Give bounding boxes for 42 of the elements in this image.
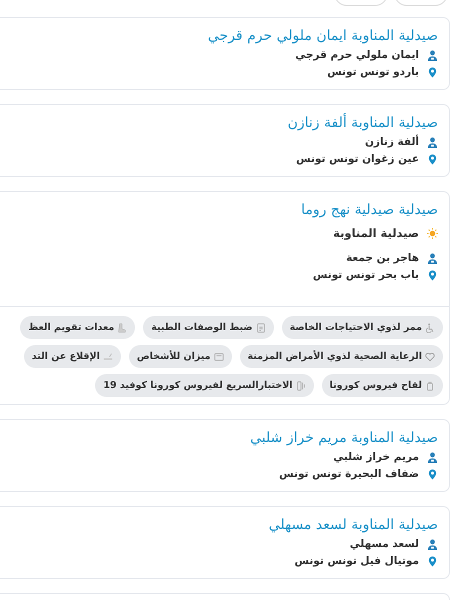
location-pin-icon — [427, 469, 438, 480]
pharmacist-icon — [427, 253, 438, 264]
pharmacist-name: هاجر بن جمعة — [346, 251, 419, 266]
service-tag: ميزان للأشخاص — [128, 345, 232, 368]
document-icon — [256, 322, 266, 332]
pharmacist-name: مريم خراز شلبي — [333, 450, 419, 465]
wheelchair-icon — [425, 322, 435, 332]
service-tag: ضبط الوصفات الطبية — [143, 316, 274, 339]
pharmacist-name: لسعد مسهلي — [350, 537, 419, 552]
service-tag: الاختبارالسريع لفيروس كورونا كوفيد 19 — [95, 374, 314, 397]
service-tag: معدات تقويم العظ — [20, 316, 136, 339]
pharmacy-name[interactable]: صيدلية المناوبة مريم خراز شلبي — [0, 427, 438, 449]
pharmacy-name[interactable]: صيدلية المناوبة لسعد مسهلي — [0, 514, 438, 536]
address-text: ضفاف البحيرة تونس تونس — [279, 467, 419, 482]
location-pin-icon — [427, 154, 438, 165]
pharmacist-icon — [427, 452, 438, 463]
pharmacist-icon — [427, 539, 438, 550]
service-tag: الرعاية الصحية لذوي الأمراض المزمنة — [240, 345, 443, 368]
address-text: باردو تونس تونس — [327, 65, 419, 80]
pharmacist-name: ايمان ملولي حرم قرجي — [295, 48, 419, 63]
pharmacy-name[interactable]: صيدلية المناوبة ايمان ملولي حرم قرجي — [0, 25, 438, 47]
cigarette-icon — [102, 352, 113, 362]
location-pin-icon — [427, 67, 438, 78]
address-text: باب بحر تونس تونس — [312, 268, 419, 283]
location-pin-icon — [427, 556, 438, 567]
pharmacist-name: ألفة زنازن — [364, 134, 419, 150]
test-kit-icon — [296, 380, 306, 390]
service-tag: ممر لذوي الاحتياجات الخاصة — [282, 316, 443, 339]
heart-icon — [425, 352, 435, 362]
boot-icon — [117, 322, 128, 332]
duty-label: صيدلية المناوبة — [333, 225, 419, 242]
pharmacist-icon — [427, 137, 438, 148]
address-text: موتيال فيل تونس تونس — [294, 554, 419, 569]
pharmacy-name[interactable]: صيدلية صيدلية نهج روما — [0, 199, 438, 221]
pharmacist-icon — [427, 50, 438, 61]
location-pin-icon — [427, 270, 438, 281]
address-text: عين زغوان تونس تونس — [296, 152, 419, 167]
service-tag: لقاح فيروس كورونا — [322, 374, 443, 397]
vial-icon — [425, 380, 435, 390]
service-tag: الإقلاع عن التد — [24, 345, 121, 368]
pharmacy-name[interactable]: صيدلية المناوبة ألفة زنازن — [0, 112, 438, 134]
scale-icon — [214, 352, 224, 362]
